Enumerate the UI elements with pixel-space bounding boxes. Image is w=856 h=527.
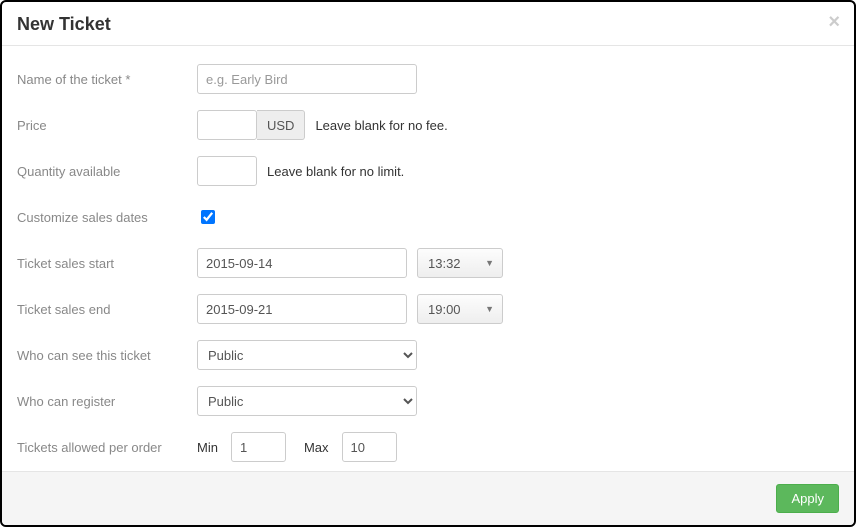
label-visibility: Who can see this ticket	[17, 348, 197, 363]
ticket-name-input[interactable]	[197, 64, 417, 94]
new-ticket-modal: New Ticket × Name of the ticket * Price …	[0, 0, 856, 527]
sales-start-date-input[interactable]	[197, 248, 407, 278]
sales-start-time-dropdown[interactable]: 13:32 ▼	[417, 248, 503, 278]
apply-button[interactable]: Apply	[776, 484, 839, 513]
price-input[interactable]	[197, 110, 257, 140]
sales-start-time-value: 13:32	[428, 256, 461, 271]
visibility-select[interactable]: Public	[197, 340, 417, 370]
label-sales-start: Ticket sales start	[17, 256, 197, 271]
min-label: Min	[197, 440, 218, 455]
sales-end-time-value: 19:00	[428, 302, 461, 317]
row-price: Price USD Leave blank for no fee.	[17, 102, 839, 148]
row-name: Name of the ticket *	[17, 56, 839, 102]
label-customize: Customize sales dates	[17, 210, 197, 225]
chevron-down-icon: ▼	[485, 304, 494, 314]
register-select[interactable]: Public	[197, 386, 417, 416]
row-sales-end: Ticket sales end 19:00 ▼	[17, 286, 839, 332]
max-per-order-input[interactable]	[342, 432, 397, 462]
close-icon[interactable]: ×	[828, 12, 840, 32]
currency-addon: USD	[257, 110, 305, 140]
max-label: Max	[304, 440, 329, 455]
price-input-group: USD	[197, 110, 305, 140]
row-register: Who can register Public	[17, 378, 839, 424]
modal-body: Name of the ticket * Price USD Leave bla…	[2, 46, 854, 471]
row-per-order: Tickets allowed per order Min Max	[17, 424, 839, 470]
modal-footer: Apply	[2, 471, 854, 525]
price-hint: Leave blank for no fee.	[315, 118, 447, 133]
label-per-order: Tickets allowed per order	[17, 440, 197, 455]
modal-header: New Ticket ×	[2, 2, 854, 46]
row-visibility: Who can see this ticket Public	[17, 332, 839, 378]
label-register: Who can register	[17, 394, 197, 409]
modal-title: New Ticket	[17, 14, 839, 35]
row-customize: Customize sales dates	[17, 194, 839, 240]
quantity-hint: Leave blank for no limit.	[267, 164, 404, 179]
label-quantity: Quantity available	[17, 164, 197, 179]
sales-end-time-dropdown[interactable]: 19:00 ▼	[417, 294, 503, 324]
label-price: Price	[17, 118, 197, 133]
quantity-input[interactable]	[197, 156, 257, 186]
min-per-order-input[interactable]	[231, 432, 286, 462]
label-name: Name of the ticket *	[17, 72, 197, 87]
customize-dates-checkbox[interactable]	[201, 210, 215, 224]
row-quantity: Quantity available Leave blank for no li…	[17, 148, 839, 194]
sales-end-date-input[interactable]	[197, 294, 407, 324]
row-sales-start: Ticket sales start 13:32 ▼	[17, 240, 839, 286]
chevron-down-icon: ▼	[485, 258, 494, 268]
label-sales-end: Ticket sales end	[17, 302, 197, 317]
